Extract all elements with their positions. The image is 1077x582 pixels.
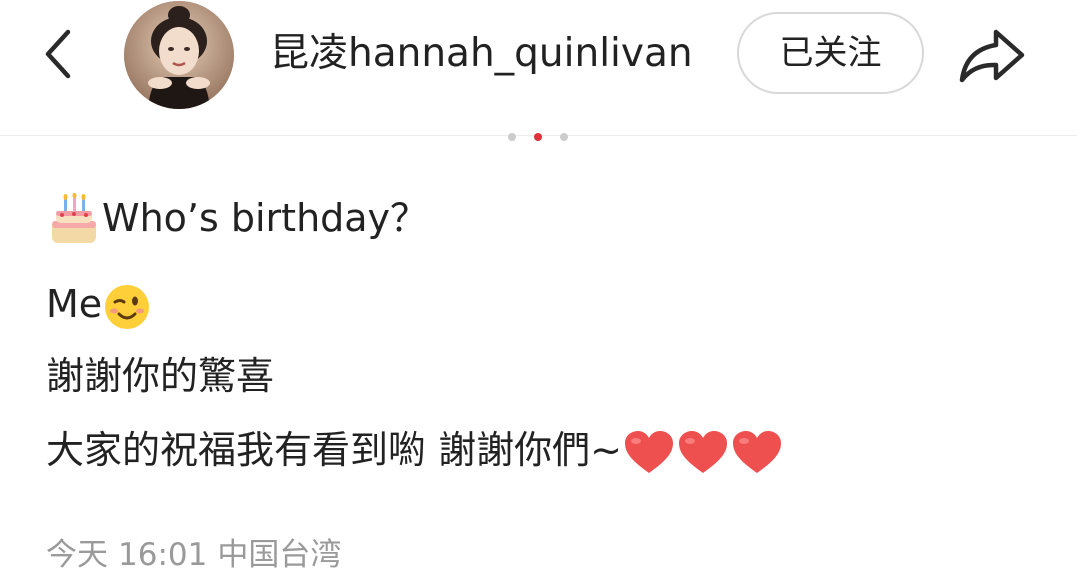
chevron-left-icon [45,29,71,79]
username[interactable]: 昆凌hannah_quinlivan [270,28,693,80]
pager-dot [560,133,568,141]
post-line-1: Who’s birthday？ [46,190,428,249]
post-line-1-text: Who’s birthday？ [102,196,429,240]
post-line-2: Me [46,278,152,332]
post-meta: 今天 16:01 中国台湾 [46,532,351,578]
red-heart-icon [678,430,727,473]
follow-button[interactable]: 已关注 [737,12,924,94]
post-date: 今天 [46,537,108,573]
red-heart-icon [732,430,781,473]
avatar[interactable] [124,1,234,109]
post-line-3: 謝謝你的驚喜 [46,354,275,398]
post-time: 16:01 [118,537,208,573]
pager-dot-active [534,133,542,141]
image-pager-dots [506,132,570,142]
share-button[interactable] [954,20,1030,90]
red-heart-icon [624,430,673,473]
pager-dot [508,133,516,141]
winking-face-icon [105,284,150,329]
post-line-4-text: 大家的祝福我有看到喲 謝謝你們~ [46,428,622,472]
post-line-2-text: Me [46,282,103,326]
post-header: 昆凌hannah_quinlivan 已关注 [0,0,1077,136]
post-location: 中国台湾 [217,537,342,573]
post-line-4: 大家的祝福我有看到喲 謝謝你們~ [46,424,784,477]
share-arrow-icon [959,29,1025,83]
birthday-cake-icon [52,192,96,243]
back-button[interactable] [34,22,90,86]
